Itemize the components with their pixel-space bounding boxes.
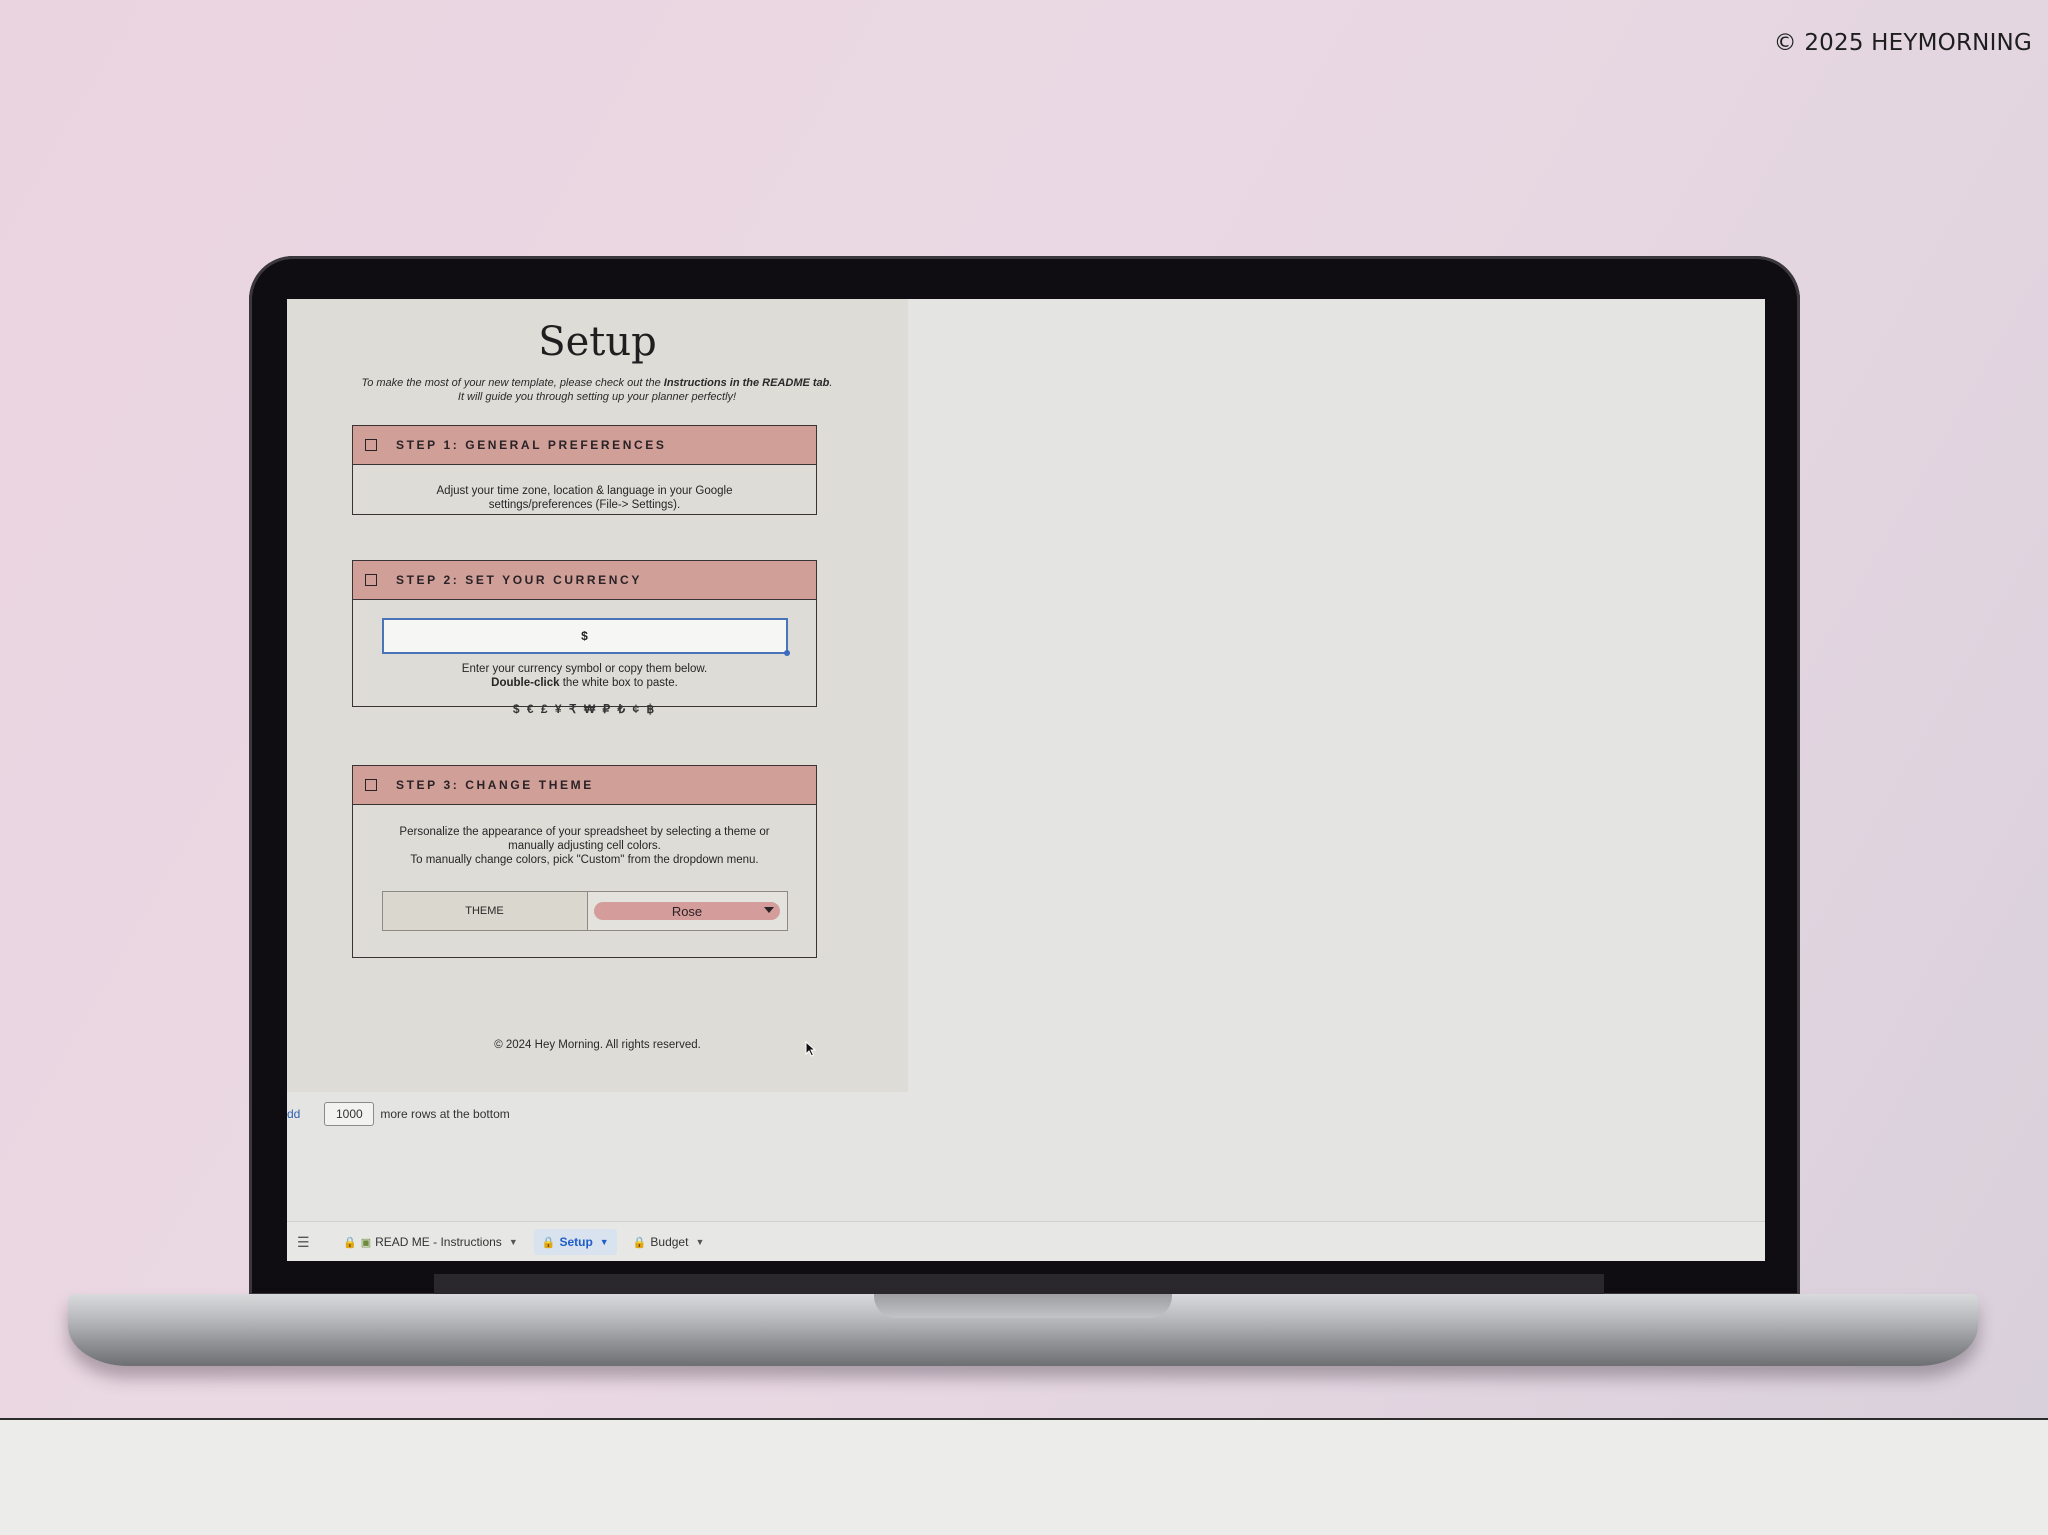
- intro-text: To make the most of your new template, p…: [361, 377, 833, 403]
- step-2-instructions: Enter your currency symbol or copy them …: [353, 662, 816, 716]
- cell-fill-handle[interactable]: [783, 650, 790, 656]
- rows-count-input[interactable]: 1000: [324, 1102, 375, 1126]
- theme-row: THEME Rose: [381, 891, 788, 931]
- tab-readme[interactable]: 🔒 ▣ READ ME - Instructions ▼: [335, 1229, 526, 1255]
- tab-caret-icon[interactable]: ▼: [695, 1237, 704, 1247]
- lock-icon: 🔒: [541, 1236, 556, 1249]
- laptop-notch: [874, 1294, 1172, 1318]
- step-3-checkbox[interactable]: [365, 779, 377, 791]
- step-3-header: STEP 3: CHANGE THEME: [353, 766, 816, 805]
- tab-caret-icon[interactable]: ▼: [600, 1237, 609, 1247]
- page-title: Setup: [538, 319, 657, 365]
- dropdown-caret-icon: [764, 907, 774, 913]
- tab-setup[interactable]: 🔒 Setup ▼: [533, 1229, 617, 1255]
- tab-caret-icon[interactable]: ▼: [509, 1237, 518, 1247]
- all-sheets-menu-icon[interactable]: ☰: [297, 1234, 311, 1251]
- notebook-icon: ▣: [360, 1236, 372, 1249]
- add-rows-bar: dd 1000 more rows at the bottom: [287, 1102, 510, 1126]
- step-2-header: STEP 2: SET YOUR CURRENCY: [353, 561, 816, 600]
- add-rows-suffix: more rows at the bottom: [380, 1107, 510, 1121]
- step-3-label: STEP 3: CHANGE THEME: [396, 778, 594, 792]
- step-3-instructions: Personalize the appearance of your sprea…: [399, 826, 770, 866]
- sheet-tab-bar: ☰ 🔒 ▣ READ ME - Instructions ▼ 🔒 Setup ▼…: [287, 1221, 1765, 1261]
- step-1-label: STEP 1: GENERAL PREFERENCES: [396, 438, 667, 452]
- laptop-hinge: [434, 1274, 1604, 1294]
- step-3-card: STEP 3: CHANGE THEME Personalize the app…: [352, 765, 817, 958]
- setup-sheet: Setup To make the most of your new templ…: [287, 299, 908, 1092]
- theme-label: THEME: [382, 892, 588, 930]
- step-1-card: STEP 1: GENERAL PREFERENCES Adjust your …: [352, 425, 817, 515]
- mouse-cursor-icon: [805, 1041, 817, 1057]
- lock-icon: 🔒: [632, 1236, 647, 1249]
- step-1-header: STEP 1: GENERAL PREFERENCES: [353, 426, 816, 465]
- step-2-label: STEP 2: SET YOUR CURRENCY: [396, 573, 642, 587]
- currency-input[interactable]: $: [381, 618, 790, 656]
- theme-cell: Rose: [587, 892, 787, 930]
- currency-symbols: $ € £ ¥ ₹ ₩ ₽ ₺ ¢ ฿: [512, 702, 657, 716]
- add-rows-button[interactable]: dd: [287, 1107, 300, 1121]
- watermark-copyright: © 2025 HEYMORNING: [1773, 30, 2032, 56]
- tab-budget[interactable]: 🔒 Budget ▼: [625, 1229, 713, 1255]
- step-2-card: STEP 2: SET YOUR CURRENCY $ Enter your c…: [352, 560, 817, 716]
- step-1-text: Adjust your time zone, location & langua…: [436, 485, 733, 511]
- lock-icon: 🔒: [343, 1236, 357, 1249]
- laptop-screen: Setup To make the most of your new templ…: [287, 299, 1765, 1261]
- theme-dropdown[interactable]: Rose: [594, 902, 780, 920]
- step-2-checkbox[interactable]: [365, 574, 377, 586]
- step-1-checkbox[interactable]: [365, 439, 377, 451]
